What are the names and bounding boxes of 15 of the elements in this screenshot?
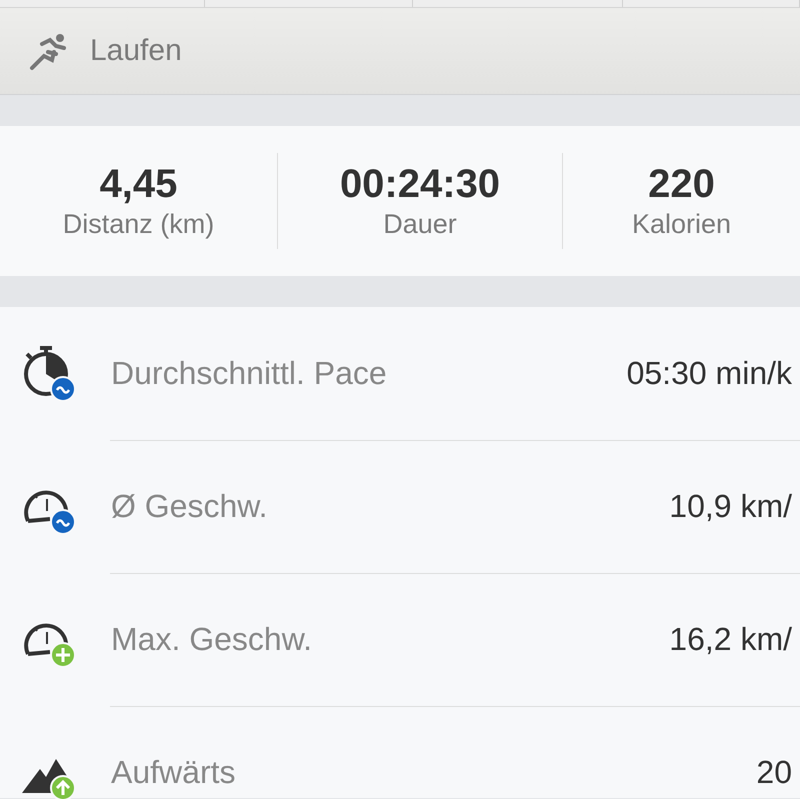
stat-value: 4,45: [100, 162, 178, 207]
metric-label: Durchschnittl. Pace: [111, 355, 388, 392]
stat-label: Kalorien: [632, 209, 732, 240]
metric-value: 16,2 km/: [669, 621, 792, 658]
stat-value: 220: [648, 162, 715, 207]
activity-title: Laufen: [90, 34, 182, 68]
metric-value: 05:30 min/k: [626, 355, 792, 392]
stat-label: Dauer: [383, 209, 457, 240]
stat-label: Distanz (km): [62, 209, 214, 240]
metric-label: Ø Geschw.: [111, 488, 268, 525]
metric-label: Max. Geschw.: [111, 621, 313, 658]
stat-value: 00:24:30: [340, 162, 500, 207]
metric-value: 20: [756, 754, 792, 791]
metric-value: 10,9 km/: [669, 488, 792, 525]
metric-label: Aufwärts: [111, 754, 236, 791]
